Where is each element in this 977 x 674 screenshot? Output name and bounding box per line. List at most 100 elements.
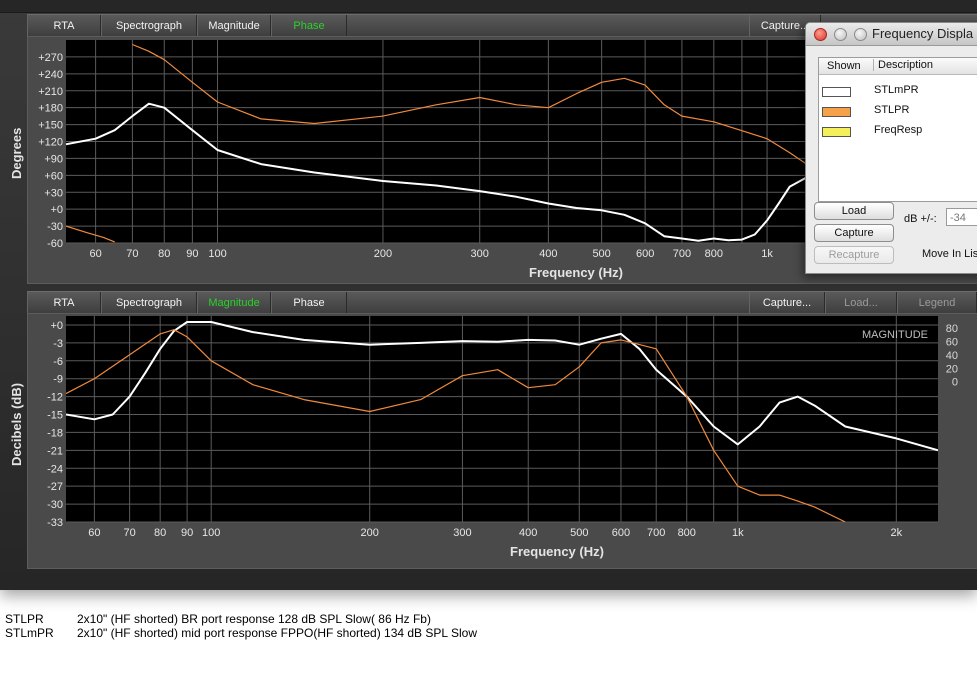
minimize-icon[interactable] bbox=[834, 28, 847, 41]
right-tick-label: 80 bbox=[946, 323, 958, 335]
tab-phase[interactable]: Phase bbox=[271, 15, 347, 37]
y-tick-label: +0 bbox=[50, 320, 63, 332]
frequency-display-window[interactable]: Frequency Displa Shown Description STLmP… bbox=[805, 22, 977, 274]
x-tick-label: 200 bbox=[374, 248, 392, 260]
column-shown[interactable]: Shown bbox=[827, 60, 861, 72]
x-tick-label: 400 bbox=[539, 248, 557, 260]
swatch-orange[interactable] bbox=[822, 107, 851, 117]
magnitude-tab-bar: RTA Spectrograph Magnitude Phase Capture… bbox=[27, 291, 977, 315]
y-tick-label: +90 bbox=[44, 153, 63, 165]
y-tick-label: -60 bbox=[47, 238, 63, 250]
right-tick-label: 60 bbox=[946, 337, 958, 349]
x-tick-label: 80 bbox=[154, 527, 166, 539]
capture-button-2[interactable]: Capture... bbox=[749, 292, 825, 314]
caption-text: 2x10" (HF shorted) BR port response 128 … bbox=[77, 612, 431, 626]
y-tick-label: -18 bbox=[47, 427, 63, 439]
y-tick-label: -3 bbox=[53, 338, 63, 350]
window-top-strip bbox=[0, 0, 977, 13]
y-tick-label: +210 bbox=[38, 86, 63, 98]
x-tick-label: 800 bbox=[678, 527, 696, 539]
magnitude-y-axis-title: Decibels (dB) bbox=[9, 382, 24, 466]
x-tick-label: 300 bbox=[453, 527, 471, 539]
db-input[interactable]: -34 bbox=[946, 208, 977, 226]
y-tick-label: +180 bbox=[38, 103, 63, 115]
db-label: dB +/-: bbox=[904, 213, 937, 225]
move-in-list-label: Move In Lis bbox=[922, 248, 977, 260]
legend-button[interactable]: Legend bbox=[897, 292, 977, 314]
y-tick-label: -6 bbox=[53, 356, 63, 368]
y-tick-label: -27 bbox=[47, 481, 63, 493]
window-title: Frequency Displa bbox=[872, 26, 974, 41]
x-tick-label: 500 bbox=[570, 527, 588, 539]
close-icon[interactable] bbox=[814, 28, 827, 41]
phase-y-axis-title: Degrees bbox=[9, 127, 24, 179]
item-label: FreqResp bbox=[874, 124, 923, 136]
x-tick-label: 90 bbox=[186, 248, 198, 260]
x-tick-label: 600 bbox=[612, 527, 630, 539]
y-tick-label: +30 bbox=[44, 187, 63, 199]
y-tick-label: -9 bbox=[53, 374, 63, 386]
x-tick-label: 100 bbox=[202, 527, 220, 539]
x-tick-label: 200 bbox=[361, 527, 379, 539]
y-tick-label: -30 bbox=[47, 499, 63, 511]
y-tick-label: +120 bbox=[38, 137, 63, 149]
x-tick-label: 800 bbox=[705, 248, 723, 260]
x-tick-label: 1k bbox=[732, 527, 744, 539]
load-file-button[interactable]: Load bbox=[814, 202, 894, 220]
x-axis-title: Frequency (Hz) bbox=[529, 265, 623, 280]
y-tick-label: +150 bbox=[38, 120, 63, 132]
tab-rta[interactable]: RTA bbox=[27, 15, 101, 37]
list-item[interactable]: STLPR bbox=[819, 101, 977, 121]
tab-rta-2[interactable]: RTA bbox=[27, 292, 101, 314]
magnitude-annotation: MAGNITUDE bbox=[862, 329, 928, 341]
x-tick-label: 700 bbox=[647, 527, 665, 539]
right-tick-label: 20 bbox=[946, 364, 958, 376]
recapture-button[interactable]: Recapture bbox=[814, 246, 894, 264]
y-tick-label: -12 bbox=[47, 392, 63, 404]
magnitude-panel: RTA Spectrograph Magnitude Phase Capture… bbox=[9, 291, 977, 569]
window-titlebar[interactable]: Frequency Displa bbox=[806, 23, 977, 46]
caption-name: STLPR bbox=[5, 612, 44, 626]
right-tick-label: 0 bbox=[952, 377, 958, 389]
x-tick-label: 70 bbox=[126, 248, 138, 260]
magnitude-chart: +0 -3 -6 -9 -12 -15 -18 -21 -24 -27 -30 -33 60 70 80 90… bbox=[47, 316, 958, 559]
x-tick-label: 60 bbox=[89, 248, 101, 260]
y-tick-label: -21 bbox=[47, 445, 63, 457]
tab-magnitude-2[interactable]: Magnitude bbox=[197, 292, 271, 314]
x-tick-label: 70 bbox=[123, 527, 135, 539]
tab-phase-2[interactable]: Phase bbox=[271, 292, 347, 314]
y-tick-label: -24 bbox=[47, 463, 63, 475]
x-tick-label: 700 bbox=[673, 248, 691, 260]
column-description[interactable]: Description bbox=[873, 59, 933, 71]
tab-spectrograph[interactable]: Spectrograph bbox=[101, 15, 197, 37]
tab-spectrograph-2[interactable]: Spectrograph bbox=[101, 292, 197, 314]
item-label: STLmPR bbox=[874, 84, 919, 96]
y-tick-label: -15 bbox=[47, 410, 63, 422]
x-tick-label: 60 bbox=[88, 527, 100, 539]
x-tick-label: 80 bbox=[158, 248, 170, 260]
item-label: STLPR bbox=[874, 104, 910, 116]
caption-line: STLPR 2x10" (HF shorted) BR port response… bbox=[5, 612, 431, 626]
list-item[interactable]: STLmPR bbox=[819, 81, 977, 101]
x-tick-label: 100 bbox=[208, 248, 226, 260]
swatch-white[interactable] bbox=[822, 87, 851, 97]
x-tick-label: 90 bbox=[181, 527, 193, 539]
y-tick-label: +240 bbox=[38, 69, 63, 81]
x-axis-title: Frequency (Hz) bbox=[510, 544, 604, 559]
list-item[interactable]: FreqResp bbox=[819, 121, 977, 141]
swatch-yellow[interactable] bbox=[822, 127, 851, 137]
display-list[interactable]: Shown Description STLmPR STLPR FreqResp bbox=[818, 57, 977, 202]
x-tick-label: 400 bbox=[519, 527, 537, 539]
zoom-icon[interactable] bbox=[854, 28, 867, 41]
tab-magnitude[interactable]: Magnitude bbox=[197, 15, 271, 37]
x-tick-label: 300 bbox=[471, 248, 489, 260]
magnitude-plot-area: +0 -3 -6 -9 -12 -15 -18 -21 -24 -27 -30 -33 60 70 80 90… bbox=[27, 313, 977, 569]
load-button[interactable]: Load... bbox=[825, 292, 897, 314]
right-tick-label: 40 bbox=[946, 350, 958, 362]
y-tick-label: -33 bbox=[47, 517, 63, 529]
y-tick-label: +270 bbox=[38, 52, 63, 64]
capture-file-button[interactable]: Capture bbox=[814, 224, 894, 242]
caption-line: STLmPR 2x10" (HF shorted) mid port respon… bbox=[5, 626, 477, 640]
y-tick-label: +0 bbox=[50, 204, 63, 216]
caption-text: 2x10" (HF shorted) mid port response FPP… bbox=[77, 626, 477, 640]
